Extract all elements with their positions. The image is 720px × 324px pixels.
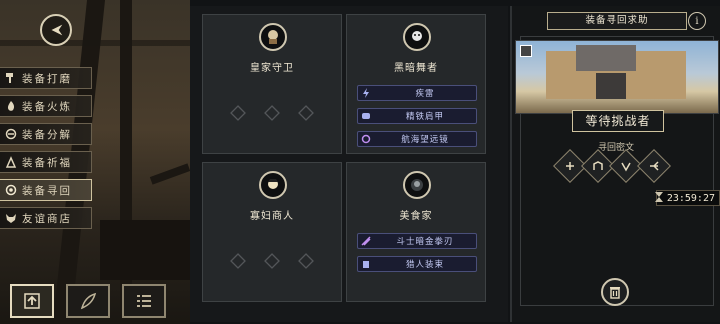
timer-value: 23:59:27	[666, 192, 715, 204]
bottom-toolbar	[10, 284, 166, 318]
menu-item-retrieve[interactable]: 装备寻回	[0, 179, 92, 201]
outfit-icon	[358, 257, 374, 271]
weapon-slot-icon	[228, 103, 248, 123]
panel-title: 装备寻回求助	[547, 12, 687, 30]
countdown-timer: 23:59:27	[654, 190, 720, 206]
shoulder-armor-icon	[358, 109, 374, 123]
equipment-item[interactable]: 航海望远镜	[357, 131, 477, 147]
arrow-left-icon	[51, 24, 63, 36]
equipment-list: 疾雷 精铁肩甲 航海望远镜	[357, 85, 477, 154]
right-panel: 装备寻回求助 i 等待挑战者 寻回密文 23:59:27	[510, 6, 720, 322]
fist-blade-icon	[358, 234, 374, 248]
equipment-item[interactable]: 猎人装束	[357, 256, 477, 272]
back-button[interactable]	[40, 14, 72, 46]
avatar	[259, 171, 287, 199]
card-title: 寡妇商人	[250, 211, 294, 222]
menu-item-label: 装备火炼	[22, 100, 72, 113]
rune-arch-icon	[593, 161, 603, 170]
equipment-name: 疾雷	[415, 89, 435, 99]
character-card[interactable]: 皇家守卫	[202, 14, 342, 154]
section-title: 寻回密文	[597, 143, 634, 153]
card-title: 皇家守卫	[250, 63, 294, 74]
widow-merchant-icon	[268, 179, 278, 189]
character-card[interactable]: 寡妇商人	[202, 162, 342, 302]
menu-item-fire[interactable]: 装备火炼	[0, 95, 92, 117]
upload-icon	[24, 293, 40, 309]
menu-item-label: 装备分解	[22, 128, 72, 141]
equipment-item[interactable]: 疾雷	[357, 85, 477, 101]
menu-item-label: 装备祈福	[22, 156, 72, 169]
list-icon	[137, 295, 151, 307]
flame-icon	[0, 100, 22, 112]
equipment-item[interactable]: 斗士暗金拳刃	[357, 233, 477, 249]
rune-slot[interactable]	[637, 149, 671, 183]
status-badge: 等待挑战者	[572, 110, 664, 132]
menu-item-blessing[interactable]: 装备祈福	[0, 151, 92, 173]
armor-slot-icon	[262, 251, 282, 271]
weapon-slot-icon	[228, 251, 248, 271]
character-card[interactable]: 黑暗舞者 疾雷 精铁肩甲 航海望远镜	[346, 14, 486, 154]
feather-icon	[80, 292, 97, 310]
list-button[interactable]	[122, 284, 166, 318]
hammer-icon	[0, 72, 22, 84]
equipment-slots	[203, 251, 341, 271]
avatar	[403, 23, 431, 51]
fox-icon	[0, 212, 22, 224]
menu-item-label: 装备寻回	[22, 184, 72, 197]
trinket-slot-icon	[296, 251, 316, 271]
cipher-runes	[553, 149, 671, 183]
equipment-slots	[203, 103, 341, 123]
equipment-name: 猎人装束	[405, 260, 444, 270]
swirl-icon	[0, 128, 22, 140]
hourglass-icon	[654, 191, 663, 205]
hands-icon	[0, 156, 22, 168]
avatar	[403, 171, 431, 199]
info-icon: i	[695, 15, 699, 27]
preview-image	[515, 40, 719, 114]
equipment-name: 斗士暗金拳刃	[396, 237, 454, 247]
rune-fork-icon	[650, 161, 659, 171]
trash-icon	[610, 287, 620, 299]
info-button[interactable]: i	[688, 12, 706, 30]
rune-vee-icon	[621, 162, 631, 172]
armor-slot-icon	[262, 103, 282, 123]
feather-button[interactable]	[66, 284, 110, 318]
lightning-icon	[358, 86, 374, 100]
character-card[interactable]: 美食家 斗士暗金拳刃 猎人装束	[346, 162, 486, 302]
card-title: 美食家	[399, 211, 433, 222]
menu-item-shop[interactable]: 友谊商店	[0, 207, 92, 229]
rune-cross-icon	[566, 162, 574, 170]
menu-item-disassemble[interactable]: 装备分解	[0, 123, 92, 145]
equipment-name: 航海望远镜	[401, 135, 449, 145]
spiral-icon	[0, 184, 22, 196]
equipment-name: 精铁肩甲	[405, 112, 444, 122]
gourmet-icon	[411, 179, 423, 191]
upload-button[interactable]	[10, 284, 54, 318]
avatar	[259, 23, 287, 51]
menu-item-label: 装备打磨	[22, 72, 72, 85]
telescope-icon	[358, 132, 374, 146]
character-grid: 皇家守卫 黑暗舞者 疾雷 精铁肩甲 航海望远镜 寡妇商人 美食家 斗士暗金拳刃 …	[190, 6, 508, 322]
menu-item-polish[interactable]: 装备打磨	[0, 67, 92, 89]
trinket-slot-icon	[296, 103, 316, 123]
royal-guard-icon	[268, 30, 278, 44]
card-title: 黑暗舞者	[394, 63, 438, 74]
dark-dancer-icon	[412, 31, 422, 41]
side-menu: 装备打磨 装备火炼 装备分解 装备祈福 装备寻回 友谊商店	[0, 67, 92, 235]
delete-button[interactable]	[601, 278, 629, 306]
menu-item-label: 友谊商店	[22, 212, 72, 225]
equipment-list: 斗士暗金拳刃 猎人装束	[357, 233, 477, 279]
equipment-item[interactable]: 精铁肩甲	[357, 108, 477, 124]
